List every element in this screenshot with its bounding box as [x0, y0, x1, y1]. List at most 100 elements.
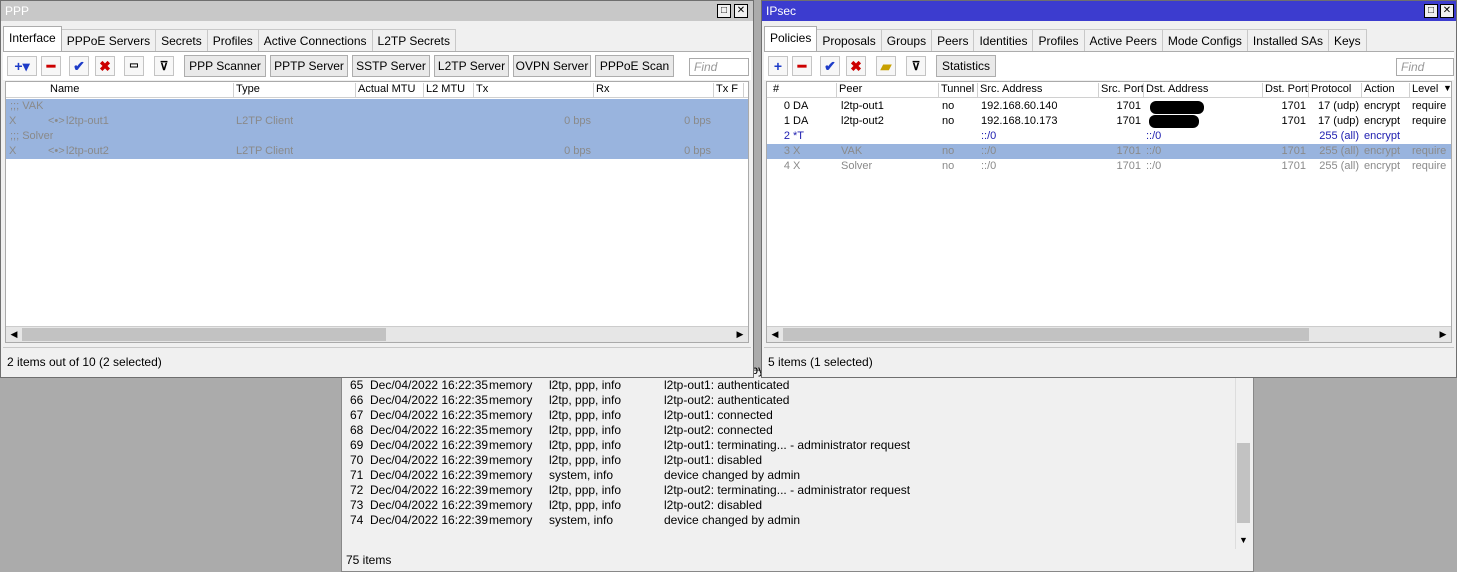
table-row[interactable]: 3 X VAK no::/0 1701::/0 1701 255 (all) encrypt r… [767, 144, 1451, 159]
tab-profiles[interactable]: Profiles [1032, 29, 1085, 51]
log-row[interactable]: 72 Dec/04/2022 16:22:39 memory l2tp, ppp, i… [344, 483, 1237, 498]
log-scrollbar[interactable]: ▼ [1235, 373, 1251, 549]
log-row[interactable]: 68 Dec/04/2022 16:22:35 memory l2tp, ppp, i… [344, 423, 1237, 438]
table-row[interactable]: 1 DA l2tp-out2 no 192.168.10.173 1701 1701 17 (… [767, 114, 1451, 129]
horizontal-scrollbar[interactable]: ◀ ▶ [6, 326, 748, 342]
statistics-button[interactable]: Statistics [936, 55, 996, 77]
find-input[interactable]: Find [1396, 58, 1454, 76]
col-tunnel[interactable]: Tunnel [939, 83, 978, 97]
scroll-thumb[interactable] [1237, 443, 1250, 523]
log-row[interactable]: 74 Dec/04/2022 16:22:39 memory system, info… [344, 513, 1237, 528]
log-row[interactable]: 69 Dec/04/2022 16:22:39 memory l2tp, ppp, i… [344, 438, 1237, 453]
tab-groups[interactable]: Groups [880, 29, 933, 51]
disable-icon[interactable]: ✖ [95, 56, 115, 76]
log-row[interactable]: 73 Dec/04/2022 16:22:39 memory l2tp, ppp, i… [344, 498, 1237, 513]
pptp-server-button[interactable]: PPTP Server [270, 55, 348, 77]
close-icon[interactable]: ✕ [1440, 4, 1454, 18]
col-dst-address[interactable]: Dst. Address [1144, 83, 1263, 97]
col-rx[interactable]: Rx [594, 83, 714, 97]
col-src-address[interactable]: Src. Address [978, 83, 1099, 97]
log-row[interactable]: 71 Dec/04/2022 16:22:39 memory system, info… [344, 468, 1237, 483]
table-row[interactable]: 4 X Solver no::/0 1701::/0 1701 255 (all) encry… [767, 159, 1451, 174]
tab-active-peers[interactable]: Active Peers [1083, 29, 1163, 51]
col-l2-mtu[interactable]: L2 MTU [424, 83, 474, 97]
log-number: 73 [350, 498, 364, 512]
scroll-left-icon[interactable]: ◀ [768, 328, 782, 341]
col-peer[interactable]: Peer [837, 83, 939, 97]
ipsec-titlebar[interactable]: IPsec [762, 1, 1456, 21]
table-row[interactable]: 2 *T::/0::/0 255 (all) encrypt [767, 129, 1451, 144]
tab-secrets[interactable]: Secrets [155, 29, 208, 51]
col-actual-mtu[interactable]: Actual MTU [356, 83, 424, 97]
log-row[interactable]: 67 Dec/04/2022 16:22:35 memory l2tp, ppp, i… [344, 408, 1237, 423]
scroll-right-icon[interactable]: ▶ [1436, 328, 1450, 341]
col-type[interactable]: Type [234, 83, 356, 97]
add-icon[interactable]: + [768, 56, 788, 76]
log-number: 72 [350, 483, 364, 497]
tab-policies[interactable]: Policies [764, 26, 818, 51]
tab-pppoe-servers[interactable]: PPPoE Servers [60, 29, 157, 51]
filter-icon[interactable]: ⊽ [906, 56, 926, 76]
remove-icon[interactable]: ━ [792, 56, 812, 76]
log-row[interactable]: 70 Dec/04/2022 16:22:39 memory l2tp, ppp, i… [344, 453, 1237, 468]
add-icon[interactable]: +▾ [7, 56, 37, 76]
table-row[interactable]: 0 DA l2tp-out1 no 192.168.60.140 1701 1701 17 (… [767, 99, 1451, 114]
table-row[interactable]: ;;; Solver [6, 129, 748, 144]
scroll-left-icon[interactable]: ◀ [7, 328, 21, 341]
pppoe-scan-button[interactable]: PPPoE Scan [595, 55, 674, 77]
interface-type: L2TP Client [236, 115, 294, 127]
col-tx-f[interactable]: Tx F [714, 83, 744, 97]
find-input[interactable]: Find [689, 58, 749, 76]
ovpn-server-button[interactable]: OVPN Server [513, 55, 591, 77]
tab-l2tp-secrets[interactable]: L2TP Secrets [371, 29, 456, 51]
scroll-thumb[interactable] [783, 328, 1309, 341]
enable-icon[interactable]: ✔ [820, 56, 840, 76]
tab-active-connections[interactable]: Active Connections [257, 29, 373, 51]
tab-keys[interactable]: Keys [1327, 29, 1367, 51]
col-tx[interactable]: Tx [474, 83, 594, 97]
table-row[interactable]: X <•> l2tp-out1 L2TP Client 0 bps 0 bps [6, 114, 748, 129]
tab-identities[interactable]: Identities [973, 29, 1034, 51]
enable-icon[interactable]: ✔ [69, 56, 89, 76]
table-row[interactable]: ;;; VAK [6, 99, 748, 114]
scroll-right-icon[interactable]: ▶ [733, 328, 747, 341]
table-row[interactable]: X <•> l2tp-out2 L2TP Client 0 bps 0 bps [6, 144, 748, 159]
horizontal-scrollbar[interactable]: ◀ ▶ [767, 326, 1451, 342]
filter-icon[interactable]: ⊽ [154, 56, 174, 76]
scroll-thumb[interactable] [22, 328, 386, 341]
ppp-scanner-button[interactable]: PPP Scanner [184, 55, 266, 77]
col-name[interactable]: Name [48, 83, 234, 97]
column-dropdown-icon[interactable]: ▼ [1443, 83, 1451, 97]
col--[interactable]: # [767, 83, 837, 97]
policy-dst-port [1263, 130, 1309, 144]
col-dst-port[interactable]: Dst. Port [1263, 83, 1309, 97]
log-row[interactable]: 65 Dec/04/2022 16:22:35 memory l2tp, ppp, i… [344, 378, 1237, 393]
maximize-icon[interactable]: □ [1424, 4, 1438, 18]
tab-interface[interactable]: Interface [3, 26, 62, 51]
ppp-titlebar[interactable]: PPP [1, 1, 753, 21]
window-title: PPP [5, 4, 30, 18]
comment-icon[interactable]: ▰ [876, 56, 896, 76]
maximize-icon[interactable]: □ [717, 4, 731, 18]
policy-flags: DA [793, 115, 809, 127]
policy-peer: l2tp-out2 [841, 115, 884, 127]
comment-icon[interactable]: ▭ [124, 56, 144, 76]
l2tp-server-button[interactable]: L2TP Server [434, 55, 509, 77]
tab-installed-sas[interactable]: Installed SAs [1246, 29, 1329, 51]
tab-peers[interactable]: Peers [931, 29, 975, 51]
tab-profiles[interactable]: Profiles [206, 29, 259, 51]
col-action[interactable]: Action [1362, 83, 1410, 97]
log-row[interactable]: 66 Dec/04/2022 16:22:35 memory l2tp, ppp, i… [344, 393, 1237, 408]
policy-tunnel [942, 130, 978, 144]
close-icon[interactable]: ✕ [734, 4, 748, 18]
tab-proposals[interactable]: Proposals [816, 29, 882, 51]
log-message: l2tp-out2: authenticated [664, 393, 790, 407]
remove-icon[interactable]: ━ [41, 56, 61, 76]
tab-mode-configs[interactable]: Mode Configs [1161, 29, 1248, 51]
col-src-port[interactable]: Src. Port [1099, 83, 1144, 97]
disable-icon[interactable]: ✖ [846, 56, 866, 76]
sstp-server-button[interactable]: SSTP Server [352, 55, 430, 77]
policy-number: 4 [783, 160, 790, 172]
scroll-down-icon[interactable]: ▼ [1236, 535, 1251, 549]
col-protocol[interactable]: Protocol [1309, 83, 1362, 97]
